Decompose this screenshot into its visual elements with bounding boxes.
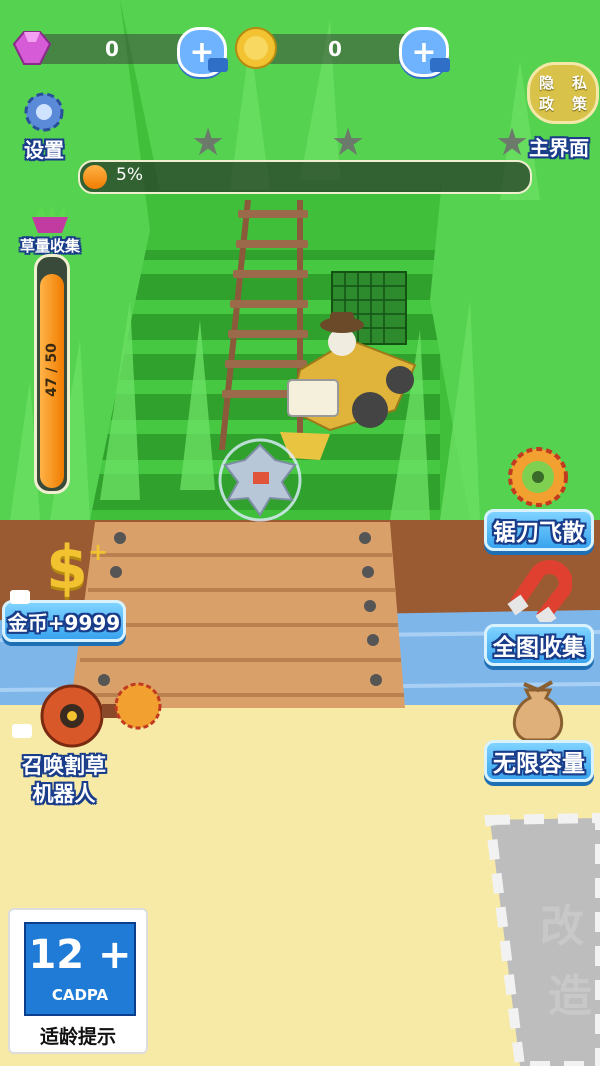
star-icon: ★	[330, 120, 366, 164]
robot-icon	[40, 682, 162, 748]
privacy-char-3: 政	[538, 95, 554, 113]
collect-all-label: 全图收集	[493, 635, 585, 661]
collect-all-label-box: 全图收集	[484, 624, 594, 666]
build-zone-text-2: 造	[548, 971, 592, 1022]
video-icon	[12, 724, 32, 738]
age-rating-number: 12 +	[28, 932, 132, 978]
star-icon: ★	[190, 120, 226, 164]
coins-bonus-label-box: 金币+9999	[2, 600, 126, 642]
settings-label: 设置	[24, 138, 64, 162]
grass-collect-label: 草量收集	[19, 237, 80, 255]
level-progress-text: 5%	[116, 165, 143, 185]
saw-scatter-button[interactable]: 锯刀飞散	[480, 445, 594, 551]
video-icon	[430, 58, 450, 72]
sawblade-icon	[508, 447, 568, 507]
privacy-char-2: 私	[571, 74, 587, 92]
sack-icon	[512, 680, 564, 742]
summon-robot-button[interactable]: 召唤割草 机器人	[2, 676, 162, 806]
privacy-char-4: 策	[571, 95, 587, 113]
coins-bonus-button[interactable]: $ + 金币+9999	[2, 538, 126, 644]
level-progress-fill	[83, 165, 107, 189]
level-progress-bar: 5%	[78, 160, 532, 194]
star-icon: ★	[494, 120, 530, 164]
gem-icon	[12, 31, 52, 65]
age-rating-tip: 适龄提示	[39, 1026, 116, 1048]
main-menu-label: 主界面	[529, 136, 589, 160]
build-zone-text-1: 改	[540, 901, 584, 952]
settings-button[interactable]: 设置	[14, 88, 74, 162]
unlimited-capacity-label-box: 无限容量	[484, 740, 594, 782]
magnet-icon	[507, 560, 572, 622]
coin-icon	[235, 27, 277, 69]
basket-icon	[32, 205, 68, 233]
saw-scatter-label: 锯刀飞散	[493, 520, 585, 546]
unlimited-capacity-label: 无限容量	[493, 751, 585, 777]
coins-bonus-label: 金币+9999	[7, 610, 121, 635]
privacy-policy-button[interactable]: 隐 私 政 策	[527, 62, 599, 124]
gear-icon	[24, 92, 64, 132]
coin-count: 0	[328, 37, 342, 61]
age-rating-badge: 12 + CADPA 适龄提示	[8, 908, 148, 1054]
video-icon	[10, 590, 30, 604]
grass-collect-count: 47 / 50	[44, 343, 60, 397]
summon-robot-label-1: 召唤割草	[22, 754, 106, 778]
summon-robot-label-2: 机器人	[32, 782, 96, 806]
plus-icon: +	[88, 538, 109, 566]
gem-count: 0	[105, 37, 119, 61]
main-menu-button[interactable]: 主界面	[522, 120, 596, 160]
unlimited-capacity-button[interactable]: 无限容量	[480, 676, 594, 784]
saw-scatter-label-box: 锯刀飞散	[484, 509, 594, 551]
privacy-char-1: 隐	[538, 74, 554, 92]
age-rating-org: CADPA	[51, 986, 109, 1004]
video-icon	[208, 58, 228, 72]
grass-collect-bar: 47 / 50	[34, 254, 70, 494]
age-rating-panel: 12 + CADPA	[24, 922, 136, 1016]
collect-all-button[interactable]: 全图收集	[480, 560, 594, 668]
